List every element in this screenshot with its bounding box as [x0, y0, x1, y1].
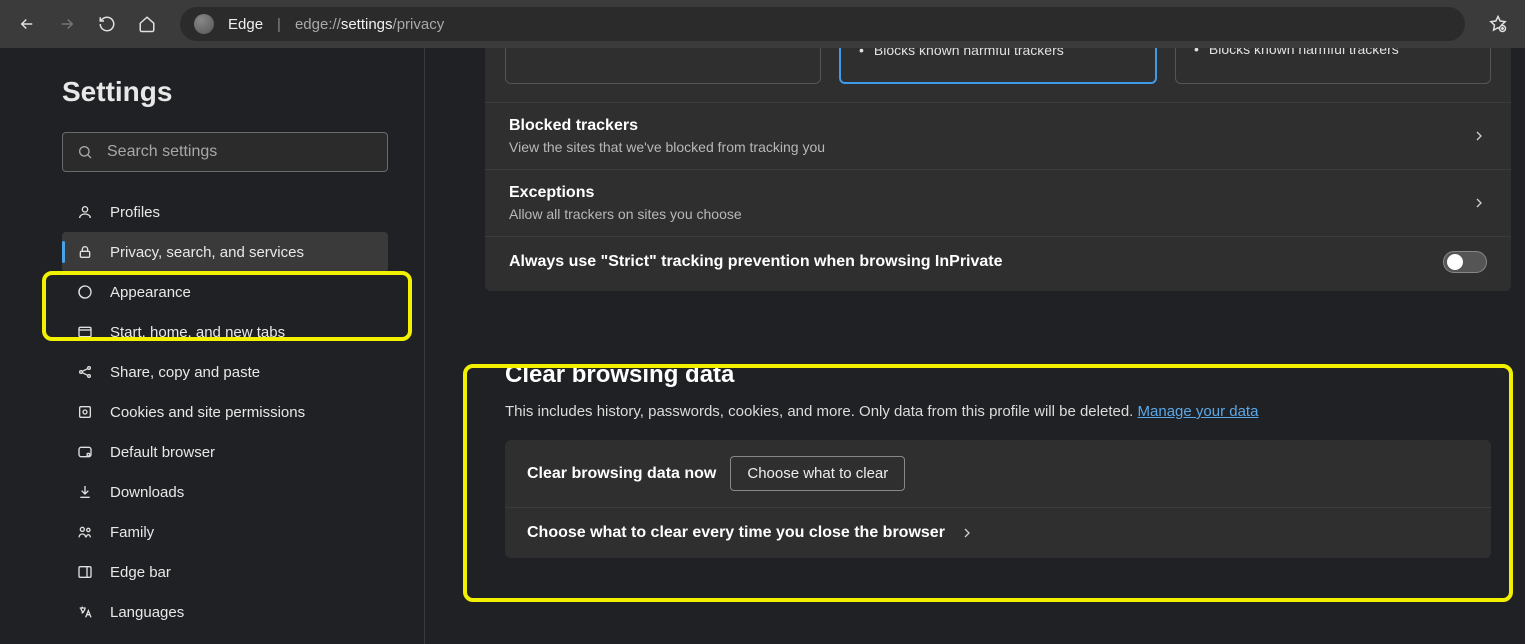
- lock-icon: [76, 243, 94, 261]
- setting-title: Always use "Strict" tracking prevention …: [509, 253, 1431, 271]
- chevron-right-icon: [1471, 195, 1487, 211]
- refresh-button[interactable]: [90, 7, 124, 41]
- page-title: Settings: [62, 76, 388, 108]
- back-button[interactable]: [10, 7, 44, 41]
- tabs-icon: [76, 323, 94, 341]
- sidebar-item-label: Downloads: [110, 484, 184, 501]
- star-add-icon: [1489, 15, 1507, 33]
- tracking-card-basic[interactable]: [505, 48, 821, 84]
- sidebar-panel-icon: [76, 563, 94, 581]
- sidebar-item-label: Privacy, search, and services: [110, 244, 304, 261]
- browser-toolbar: Edge | edge://settings/privacy: [0, 0, 1525, 48]
- search-input[interactable]: Search settings: [62, 132, 388, 172]
- appearance-icon: [76, 283, 94, 301]
- family-icon: [76, 523, 94, 541]
- tracking-card-bullet: Blocks known harmful trackers: [855, 48, 1141, 58]
- arrow-right-icon: [58, 15, 76, 33]
- refresh-icon: [98, 15, 116, 33]
- choose-what-to-clear-button[interactable]: Choose what to clear: [730, 456, 905, 491]
- sidebar-item-label: Appearance: [110, 284, 191, 301]
- sidebar-item-privacy[interactable]: Privacy, search, and services: [62, 232, 388, 272]
- sidebar-item-label: Default browser: [110, 444, 215, 461]
- tracking-card-bullet: Blocks known harmful trackers: [1190, 48, 1476, 57]
- sidebar-item-default-browser[interactable]: Default browser: [62, 432, 388, 472]
- clear-now-row: Clear browsing data now Choose what to c…: [505, 440, 1491, 507]
- action-row-label: Choose what to clear every time you clos…: [527, 524, 945, 542]
- cookie-icon: [76, 403, 94, 421]
- sidebar-item-cookies[interactable]: Cookies and site permissions: [62, 392, 388, 432]
- clear-browsing-section: Clear browsing data This includes histor…: [485, 335, 1511, 568]
- home-icon: [138, 15, 156, 33]
- sidebar-item-profiles[interactable]: Profiles: [62, 192, 388, 232]
- home-button[interactable]: [130, 7, 164, 41]
- sidebar-item-label: Family: [110, 524, 154, 541]
- manage-your-data-link[interactable]: Manage your data: [1138, 403, 1259, 420]
- settings-sidebar: Settings Search settings Profiles Privac…: [0, 48, 425, 644]
- sidebar-item-label: Languages: [110, 604, 184, 621]
- sidebar-item-label: Profiles: [110, 204, 160, 221]
- address-separator: |: [277, 16, 281, 33]
- sidebar-item-label: Cookies and site permissions: [110, 404, 305, 421]
- language-icon: [76, 603, 94, 621]
- sidebar-item-label: Start, home, and new tabs: [110, 324, 285, 341]
- strict-inprivate-toggle[interactable]: [1443, 251, 1487, 273]
- sidebar-item-languages[interactable]: Languages: [62, 592, 388, 632]
- sidebar-item-appearance[interactable]: Appearance: [62, 272, 388, 312]
- forward-button[interactable]: [50, 7, 84, 41]
- search-placeholder: Search settings: [107, 143, 217, 161]
- settings-content: Blocks known harmful trackers Blocks kno…: [425, 48, 1525, 644]
- clear-browsing-card: Clear browsing data now Choose what to c…: [505, 440, 1491, 558]
- chevron-right-icon: [959, 525, 975, 541]
- favorite-button[interactable]: [1481, 7, 1515, 41]
- setting-subtitle: Allow all trackers on sites you choose: [509, 206, 1459, 222]
- strict-inprivate-row: Always use "Strict" tracking prevention …: [485, 236, 1511, 287]
- tracking-prevention-card: Blocks known harmful trackers Blocks kno…: [485, 48, 1511, 291]
- profile-icon: [76, 203, 94, 221]
- address-product: Edge: [228, 16, 263, 33]
- tracking-card-strict[interactable]: Blocks known harmful trackers: [1175, 48, 1491, 84]
- setting-title: Exceptions: [509, 184, 1459, 202]
- section-title: Clear browsing data: [505, 361, 1491, 403]
- chevron-right-icon: [1471, 128, 1487, 144]
- browser-icon: [76, 443, 94, 461]
- sidebar-item-edgebar[interactable]: Edge bar: [62, 552, 388, 592]
- exceptions-row[interactable]: Exceptions Allow all trackers on sites y…: [485, 169, 1511, 236]
- setting-title: Blocked trackers: [509, 117, 1459, 135]
- tracking-card-balanced[interactable]: Blocks known harmful trackers: [839, 48, 1157, 84]
- action-row-label: Clear browsing data now: [527, 465, 716, 483]
- sidebar-item-downloads[interactable]: Downloads: [62, 472, 388, 512]
- sidebar-item-label: Share, copy and paste: [110, 364, 260, 381]
- edge-logo-icon: [194, 14, 214, 34]
- sidebar-nav: Profiles Privacy, search, and services A…: [62, 192, 388, 632]
- search-icon: [77, 144, 93, 160]
- section-description: This includes history, passwords, cookie…: [505, 403, 1491, 440]
- clear-on-close-row[interactable]: Choose what to clear every time you clos…: [505, 507, 1491, 558]
- sidebar-item-share[interactable]: Share, copy and paste: [62, 352, 388, 392]
- share-icon: [76, 363, 94, 381]
- address-bar[interactable]: Edge | edge://settings/privacy: [180, 7, 1465, 41]
- arrow-left-icon: [18, 15, 36, 33]
- blocked-trackers-row[interactable]: Blocked trackers View the sites that we'…: [485, 102, 1511, 169]
- sidebar-item-start[interactable]: Start, home, and new tabs: [62, 312, 388, 352]
- sidebar-item-family[interactable]: Family: [62, 512, 388, 552]
- setting-subtitle: View the sites that we've blocked from t…: [509, 139, 1459, 155]
- sidebar-item-label: Edge bar: [110, 564, 171, 581]
- address-url: edge://settings/privacy: [295, 16, 444, 33]
- download-icon: [76, 483, 94, 501]
